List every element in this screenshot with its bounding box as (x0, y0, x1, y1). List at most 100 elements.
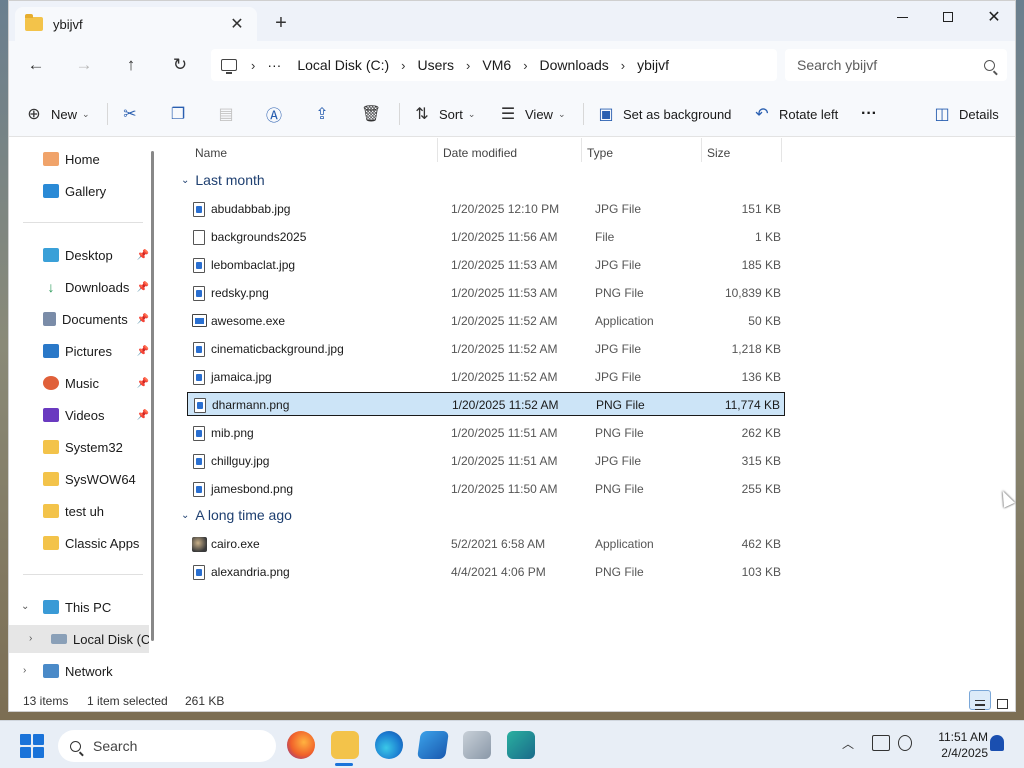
file-row[interactable]: awesome.exe 1/20/2025 11:52 AM Applicati… (187, 309, 785, 333)
new-tab-button[interactable]: + (271, 13, 291, 33)
breadcrumb[interactable]: › ··· Local Disk (C:) › Users › VM6 › Do… (211, 49, 777, 81)
breadcrumb-ybijvf[interactable]: ybijvf (637, 57, 669, 73)
breadcrumb-vm6[interactable]: VM6 (482, 57, 511, 73)
file-row[interactable]: alexandria.png 4/4/2021 4:06 PM PNG File… (187, 560, 785, 584)
breadcrumb-local-disk[interactable]: Local Disk (C:) (297, 57, 389, 73)
paste-button[interactable]: ▤ (217, 101, 243, 127)
delete-button[interactable]: 🗑 (361, 101, 387, 127)
sidebar-item-downloads[interactable]: ↓ Downloads 📌 (9, 273, 150, 301)
sidebar-item-gallery[interactable]: Gallery (9, 177, 149, 205)
cut-button[interactable]: ✂ (121, 101, 147, 127)
sidebar-item-this-pc[interactable]: This PC (9, 593, 149, 621)
sort-button[interactable]: ⇅ Sort ⌄ (413, 101, 475, 127)
share-button[interactable]: ⇪ (313, 101, 339, 127)
sidebar-item-music[interactable]: Music 📌 (9, 369, 149, 397)
breadcrumb-separator[interactable]: › (251, 58, 255, 73)
file-type: JPG File (595, 370, 642, 384)
network-tray-icon[interactable] (872, 735, 890, 751)
file-row-selected[interactable]: dharmann.png 1/20/2025 11:52 AM PNG File… (187, 392, 785, 416)
column-header-date-modified[interactable]: Date modified (443, 142, 517, 164)
file-row[interactable]: jamaica.jpg 1/20/2025 11:52 AM JPG File … (187, 365, 785, 389)
minimize-button[interactable] (879, 5, 925, 29)
pin-icon[interactable]: 📌 (137, 314, 149, 325)
file-row[interactable]: backgrounds2025 1/20/2025 11:56 AM File … (187, 225, 785, 249)
sidebar-scrollbar[interactable] (151, 151, 154, 641)
copy-button[interactable]: ❐ (169, 101, 195, 127)
start-button[interactable] (20, 734, 44, 758)
column-divider[interactable] (701, 138, 702, 162)
set-as-background-button[interactable]: ▣ Set as background (597, 101, 731, 127)
search-box[interactable] (785, 49, 1007, 81)
sidebar-item-videos[interactable]: Videos 📌 (9, 401, 149, 429)
maximize-button[interactable] (925, 5, 971, 29)
details-view-button[interactable] (969, 690, 991, 710)
tiles-view-button[interactable] (991, 690, 1013, 710)
notification-bell-icon[interactable] (990, 735, 1004, 751)
taskbar-search[interactable]: Search (58, 730, 276, 762)
sidebar-item-pictures[interactable]: Pictures 📌 (9, 337, 149, 365)
pin-icon[interactable]: 📌 (137, 410, 149, 421)
rotate-left-button[interactable]: ↶ Rotate left (753, 101, 838, 127)
sidebar-item-network[interactable]: Network (9, 657, 149, 685)
column-divider[interactable] (781, 138, 782, 162)
sidebar-item-syswow64[interactable]: SysWOW64 (9, 465, 149, 493)
group-header-long-ago[interactable]: ⌄ A long time ago (181, 507, 292, 523)
more-options-button[interactable]: ··· (861, 101, 877, 127)
file-row[interactable]: cinematicbackground.jpg 1/20/2025 11:52 … (187, 337, 785, 361)
file-row[interactable]: abudabbab.jpg 1/20/2025 12:10 PM JPG Fil… (187, 197, 785, 221)
breadcrumb-downloads[interactable]: Downloads (540, 57, 609, 73)
file-row[interactable]: chillguy.jpg 1/20/2025 11:51 AM JPG File… (187, 449, 785, 473)
sidebar-item-system32[interactable]: System32 (9, 433, 149, 461)
file-explorer-icon[interactable] (331, 731, 359, 759)
file-row[interactable]: jamesbond.png 1/20/2025 11:50 AM PNG Fil… (187, 477, 785, 501)
column-divider[interactable] (437, 138, 438, 162)
column-header-type[interactable]: Type (587, 142, 613, 164)
chevron-right-icon[interactable]: › (29, 633, 32, 644)
pin-icon[interactable]: 📌 (137, 250, 149, 261)
rename-button[interactable]: Ⓐ (265, 101, 291, 127)
sidebar-item-classic-apps[interactable]: Classic Apps (9, 529, 149, 557)
breadcrumb-separator[interactable]: › (621, 58, 625, 73)
sidebar-item-test-uh[interactable]: test uh (9, 497, 149, 525)
breadcrumb-separator[interactable]: › (523, 58, 527, 73)
file-row[interactable]: redsky.png 1/20/2025 11:53 AM PNG File 1… (187, 281, 785, 305)
sidebar-item-documents[interactable]: Documents 📌 (9, 305, 149, 333)
vscode-like-icon[interactable] (507, 731, 535, 759)
up-button[interactable]: ↑ (116, 51, 146, 79)
app-icon[interactable] (463, 731, 491, 759)
view-button[interactable]: ☰ View ⌄ (499, 101, 566, 127)
file-row[interactable]: cairo.exe 5/2/2021 6:58 AM Application 4… (187, 532, 785, 556)
file-row[interactable]: lebombaclat.jpg 1/20/2025 11:53 AM JPG F… (187, 253, 785, 277)
breadcrumb-ellipsis[interactable]: ··· (267, 57, 281, 73)
pin-icon[interactable]: 📌 (137, 346, 149, 357)
breadcrumb-users[interactable]: Users (417, 57, 454, 73)
file-row[interactable]: mib.png 1/20/2025 11:51 AM PNG File 262 … (187, 421, 785, 445)
pin-icon[interactable]: 📌 (137, 282, 149, 293)
back-button[interactable]: ← (21, 51, 51, 79)
column-header-name[interactable]: Name (195, 142, 227, 164)
store-icon[interactable] (417, 731, 449, 759)
firefox-icon[interactable] (287, 731, 315, 759)
forward-button[interactable]: → (69, 51, 99, 79)
sidebar-item-local-disk[interactable]: › Local Disk (C: (9, 625, 149, 653)
column-header-size[interactable]: Size (707, 142, 730, 164)
refresh-button[interactable]: ↻ (165, 51, 195, 79)
rotate-left-icon: ↶ (755, 106, 769, 123)
details-button[interactable]: ◫ Details (933, 101, 998, 127)
search-input[interactable] (797, 57, 984, 73)
volume-tray-icon[interactable] (898, 735, 912, 751)
column-divider[interactable] (581, 138, 582, 162)
breadcrumb-separator[interactable]: › (401, 58, 405, 73)
sidebar-item-home[interactable]: Home (9, 145, 149, 173)
close-window-button[interactable]: ✕ (971, 5, 1015, 29)
chevron-up-icon[interactable]: ︿ (842, 735, 854, 752)
breadcrumb-separator[interactable]: › (466, 58, 470, 73)
sidebar-item-desktop[interactable]: Desktop 📌 (9, 241, 149, 269)
group-header-last-month[interactable]: ⌄ Last month (181, 172, 265, 188)
folder-tab[interactable]: ybijvf ✕ (15, 7, 257, 41)
pin-icon[interactable]: 📌 (137, 378, 149, 389)
new-button[interactable]: ⊕ New ⌄ (25, 101, 89, 127)
edge-icon[interactable] (375, 731, 403, 759)
system-clock[interactable]: 11:51 AM 2/4/2025 (916, 729, 988, 761)
close-tab-icon[interactable]: ✕ (227, 14, 247, 34)
